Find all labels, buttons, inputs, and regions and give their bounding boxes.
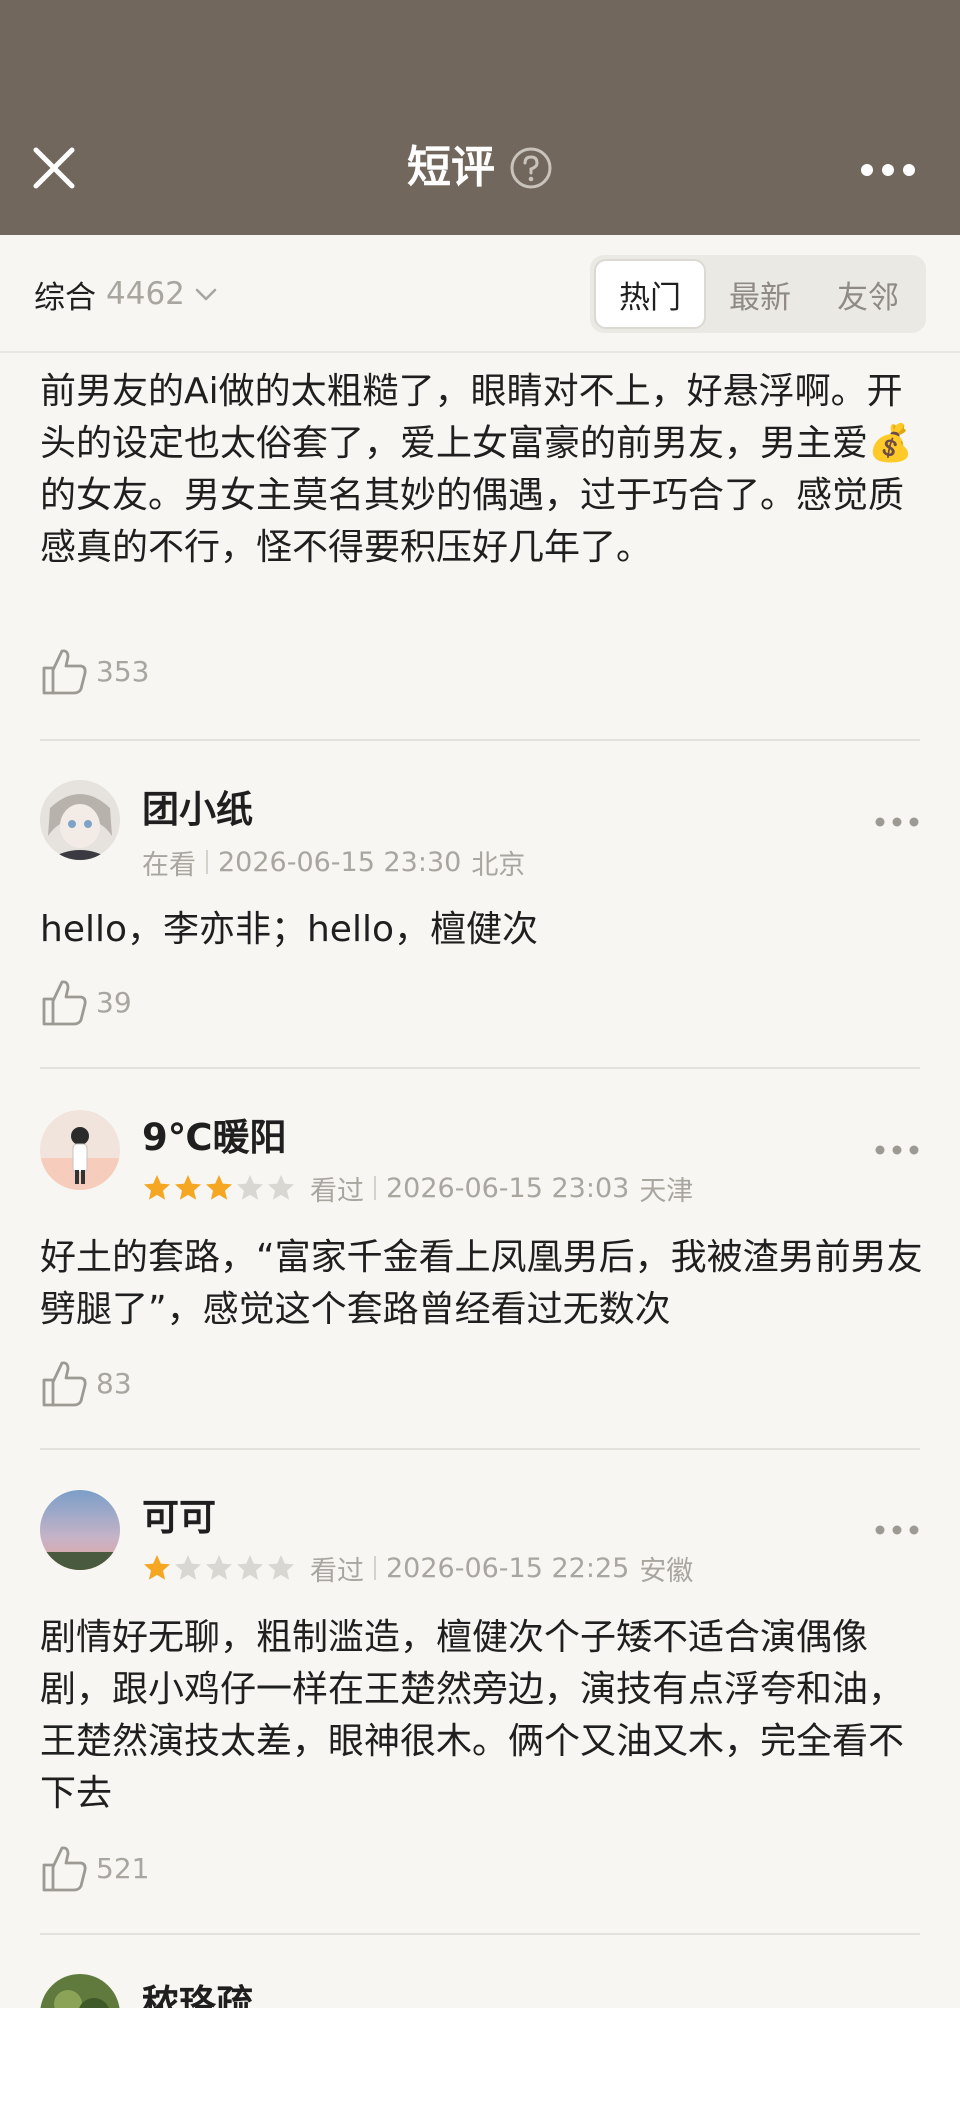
username[interactable]: 9℃暖阳 <box>142 1114 287 1162</box>
divider <box>40 1448 920 1450</box>
review-text: 好土的套路，“富家千金看上凤凰男后，我被渣男前男友劈腿了”，感觉这个套路曾经看过… <box>40 1237 923 1330</box>
meta-separator <box>374 1176 376 1200</box>
like-count: 83 <box>96 1366 132 1400</box>
sort-label: 综合 <box>34 279 96 316</box>
avatar-image <box>40 1110 120 1190</box>
chevron-down-icon <box>195 288 217 301</box>
tab-friends[interactable]: 友邻 <box>814 259 922 329</box>
review-datetime: 2026-06-15 23:30 <box>218 846 462 878</box>
watch-status: 看过 <box>310 1175 364 1207</box>
like-button[interactable]: 39 <box>40 976 132 1028</box>
sort-dropdown[interactable]: 综合 4462 <box>34 269 219 319</box>
review-datetime: 2026-06-15 22:25 <box>386 1552 630 1584</box>
star-filled-icon <box>206 1175 232 1200</box>
star-empty-icon <box>237 1555 263 1580</box>
like-button[interactable]: 353 <box>40 645 149 697</box>
star-filled-icon <box>175 1175 201 1200</box>
review-text: 剧情好无聊，粗制滥造，檀健次个子矮不适合演偶像剧，跟小鸡仔一样在王楚然旁边，演技… <box>40 1617 905 1814</box>
tab-latest[interactable]: 最新 <box>706 259 814 329</box>
review-datetime: 2026-06-15 23:03 <box>386 1172 630 1204</box>
divider <box>40 1933 920 1935</box>
review-meta: 在看 2026-06-15 23:30 北京 <box>142 842 525 882</box>
thumbs-up-icon <box>42 1846 87 1892</box>
sort-tabs: 热门 最新 友邻 <box>590 255 926 333</box>
thumbs-up-icon <box>42 1361 87 1407</box>
bottom-area <box>0 2008 960 2126</box>
watch-status: 在看 <box>142 849 196 881</box>
review-location: 天津 <box>639 1175 694 1207</box>
star-empty-icon <box>268 1175 294 1200</box>
tab-hot[interactable]: 热门 <box>594 259 706 329</box>
avatar[interactable] <box>40 780 120 860</box>
review-location: 安徽 <box>639 1555 694 1587</box>
meta-separator <box>374 1556 376 1580</box>
like-button[interactable]: 83 <box>40 1357 132 1409</box>
meta-separator <box>206 850 208 874</box>
like-count: 353 <box>96 654 150 688</box>
more-options-icon[interactable] <box>874 812 920 832</box>
star-empty-icon <box>237 1175 263 1200</box>
review-count: 4462 <box>106 276 185 312</box>
star-filled-icon <box>144 1555 170 1580</box>
review-meta: 看过 2026-06-15 22:25 安徽 <box>142 1548 693 1588</box>
filter-bar: 综合 4462 热门 最新 友邻 <box>0 235 960 353</box>
star-rating <box>142 1553 296 1583</box>
star-empty-icon <box>206 1555 232 1580</box>
star-filled-icon <box>144 1175 170 1200</box>
star-rating <box>142 1173 296 1203</box>
watch-status: 看过 <box>310 1555 364 1587</box>
thumbs-up-icon <box>42 649 87 695</box>
like-count: 521 <box>96 1851 150 1885</box>
divider <box>40 1067 920 1069</box>
page-title: 短评 <box>407 142 495 193</box>
review-text: hello，李亦非；hello，檀健次 <box>40 909 538 950</box>
help-icon[interactable] <box>509 146 553 190</box>
more-options-icon[interactable] <box>874 1520 920 1540</box>
username[interactable]: 团小纸 <box>142 786 253 834</box>
header-bar: 短评 <box>0 0 960 235</box>
like-button[interactable]: 521 <box>40 1842 149 1894</box>
avatar-image <box>40 1490 120 1570</box>
review-text: 前男友的Ai做的太粗糙了，眼睛对不上，好悬浮啊。开头的设定也太俗套了，爱上女富豪… <box>40 371 913 568</box>
thumbs-up-icon <box>42 980 87 1026</box>
review-meta: 看过 2026-06-15 23:03 天津 <box>142 1168 693 1208</box>
more-options-icon[interactable] <box>874 1140 920 1160</box>
avatar[interactable] <box>40 1490 120 1570</box>
star-empty-icon <box>268 1555 294 1580</box>
divider <box>40 739 920 741</box>
review-location: 北京 <box>471 849 526 881</box>
avatar-image <box>40 780 120 860</box>
like-count: 39 <box>96 985 132 1019</box>
star-empty-icon <box>175 1555 201 1580</box>
avatar[interactable] <box>40 1110 120 1190</box>
more-options-icon[interactable] <box>858 150 918 190</box>
username[interactable]: 可可 <box>142 1494 216 1542</box>
